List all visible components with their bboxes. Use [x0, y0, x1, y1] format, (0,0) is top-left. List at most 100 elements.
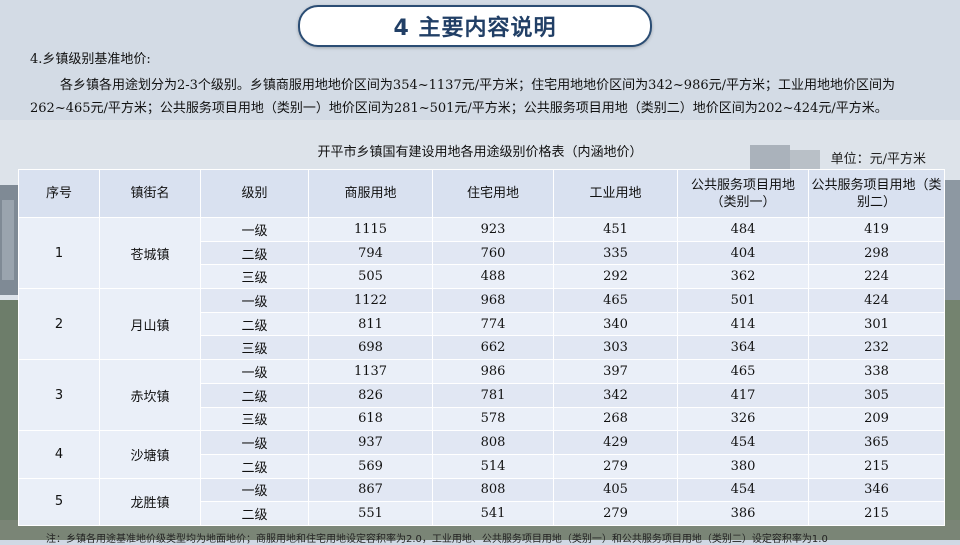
cell-industrial: 268: [553, 407, 678, 432]
cell-public-2: 232: [808, 335, 945, 361]
cell-industrial: 279: [553, 454, 678, 479]
table-row: 3 赤坎镇 一级 1137 986 397 465 338: [18, 359, 945, 432]
cell-public-2: 338: [808, 359, 945, 384]
table-title: 开平市乡镇国有建设用地各用途级别价格表（内涵地价）: [317, 145, 643, 160]
cell-commercial: 826: [308, 383, 433, 408]
cell-town-name: 龙胜镇: [99, 478, 201, 526]
cell-level: 一级: [200, 217, 309, 242]
cell-commercial: 867: [308, 478, 433, 503]
cell-town-name: 月山镇: [99, 288, 201, 361]
cell-residential: 808: [432, 430, 554, 455]
cell-public-2: 365: [808, 430, 945, 455]
table-row: 1 苍城镇 一级 1115 923 451 484 419: [18, 217, 945, 290]
cell-public-1: 454: [677, 430, 809, 455]
cell-public-2: 298: [808, 241, 945, 266]
cell-industrial: 405: [553, 478, 678, 503]
cell-public-1: 386: [677, 501, 809, 526]
cell-residential: 662: [432, 335, 554, 361]
cell-town-name: 沙塘镇: [99, 430, 201, 479]
cell-level: 二级: [200, 454, 309, 479]
body-paragraph: 各乡镇各用途划分为2-3个级别。乡镇商服用地地价区间为354~1137元/平方米…: [30, 78, 896, 116]
header-public-1: 公共服务项目用地（类别一）: [677, 169, 809, 218]
cell-level: 二级: [200, 241, 309, 266]
cell-level: 一级: [200, 430, 309, 455]
cell-residential: 514: [432, 454, 554, 479]
cell-commercial: 794: [308, 241, 433, 266]
cell-residential: 578: [432, 407, 554, 432]
cell-residential: 968: [432, 288, 554, 313]
cell-public-2: 209: [808, 407, 945, 432]
cell-public-2: 215: [808, 454, 945, 479]
cell-level: 二级: [200, 501, 309, 526]
cell-public-1: 501: [677, 288, 809, 313]
cell-public-1: 326: [677, 407, 809, 432]
table-row: 5 龙胜镇 一级 867 808 405 454 346: [18, 478, 945, 526]
cell-public-2: 301: [808, 312, 945, 337]
cell-no: 2: [18, 288, 100, 361]
page-title: 4 主要内容说明: [393, 16, 557, 41]
cell-public-1: 404: [677, 241, 809, 266]
cell-level: 三级: [200, 335, 309, 361]
cell-public-2: 305: [808, 383, 945, 408]
cell-public-1: 454: [677, 478, 809, 503]
cell-industrial: 451: [553, 217, 678, 242]
cell-commercial: 937: [308, 430, 433, 455]
cell-no: 4: [18, 430, 100, 479]
cell-public-1: 484: [677, 217, 809, 242]
cell-public-2: 424: [808, 288, 945, 313]
cell-industrial: 342: [553, 383, 678, 408]
section-heading: 4.乡镇级别基准地价:: [30, 52, 151, 67]
cell-public-1: 414: [677, 312, 809, 337]
cell-commercial: 1137: [308, 359, 433, 384]
cell-level: 三级: [200, 264, 309, 290]
page-title-banner: 4 主要内容说明: [298, 5, 652, 47]
cell-public-2: 419: [808, 217, 945, 242]
cell-commercial: 569: [308, 454, 433, 479]
cell-commercial: 551: [308, 501, 433, 526]
cell-level: 二级: [200, 312, 309, 337]
cell-town-name: 赤坎镇: [99, 359, 201, 432]
header-town: 镇街名: [99, 169, 201, 218]
cell-no: 3: [18, 359, 100, 432]
header-industrial: 工业用地: [553, 169, 678, 218]
cell-public-1: 362: [677, 264, 809, 290]
cell-public-2: 224: [808, 264, 945, 290]
cell-level: 二级: [200, 383, 309, 408]
footnote: 注：乡镇各用途基准地价级类型均为地面地价；商服用地和住宅用地设定容积率为2.0，…: [46, 534, 828, 545]
cell-residential: 488: [432, 264, 554, 290]
header-no: 序号: [18, 169, 100, 218]
header-commercial: 商服用地: [308, 169, 433, 218]
header-public-2: 公共服务项目用地（类别二）: [808, 169, 945, 218]
table-row: 2 月山镇 一级 1122 968 465 501 424: [18, 288, 945, 361]
cell-commercial: 505: [308, 264, 433, 290]
table-body: 1 苍城镇 一级 1115 923 451 484 419 二级 794 760 335 404 298 三…: [18, 217, 945, 526]
cell-level: 一级: [200, 478, 309, 503]
cell-no: 5: [18, 478, 100, 526]
cell-residential: 541: [432, 501, 554, 526]
cell-commercial: 1122: [308, 288, 433, 313]
header-level: 级别: [200, 169, 309, 218]
cell-commercial: 698: [308, 335, 433, 361]
cell-residential: 808: [432, 478, 554, 503]
cell-industrial: 335: [553, 241, 678, 266]
cell-industrial: 397: [553, 359, 678, 384]
cell-industrial: 292: [553, 264, 678, 290]
cell-public-2: 215: [808, 501, 945, 526]
cell-industrial: 303: [553, 335, 678, 361]
cell-industrial: 465: [553, 288, 678, 313]
table-header-row: 序号 镇街名 级别 商服用地 住宅用地 工业用地 公共服务项目用地（类别一） 公…: [18, 169, 945, 218]
cell-public-1: 364: [677, 335, 809, 361]
unit-label: 单位：元/平方米: [830, 152, 926, 167]
cell-public-1: 380: [677, 454, 809, 479]
cell-residential: 923: [432, 217, 554, 242]
cell-industrial: 340: [553, 312, 678, 337]
table-row: 4 沙塘镇 一级 937 808 429 454 365: [18, 430, 945, 479]
cell-public-2: 346: [808, 478, 945, 503]
price-table: 序号 镇街名 级别 商服用地 住宅用地 工业用地 公共服务项目用地（类别一） 公…: [18, 169, 945, 526]
header-residential: 住宅用地: [432, 169, 554, 218]
cell-residential: 760: [432, 241, 554, 266]
cell-public-1: 417: [677, 383, 809, 408]
cell-residential: 986: [432, 359, 554, 384]
cell-residential: 774: [432, 312, 554, 337]
cell-industrial: 279: [553, 501, 678, 526]
